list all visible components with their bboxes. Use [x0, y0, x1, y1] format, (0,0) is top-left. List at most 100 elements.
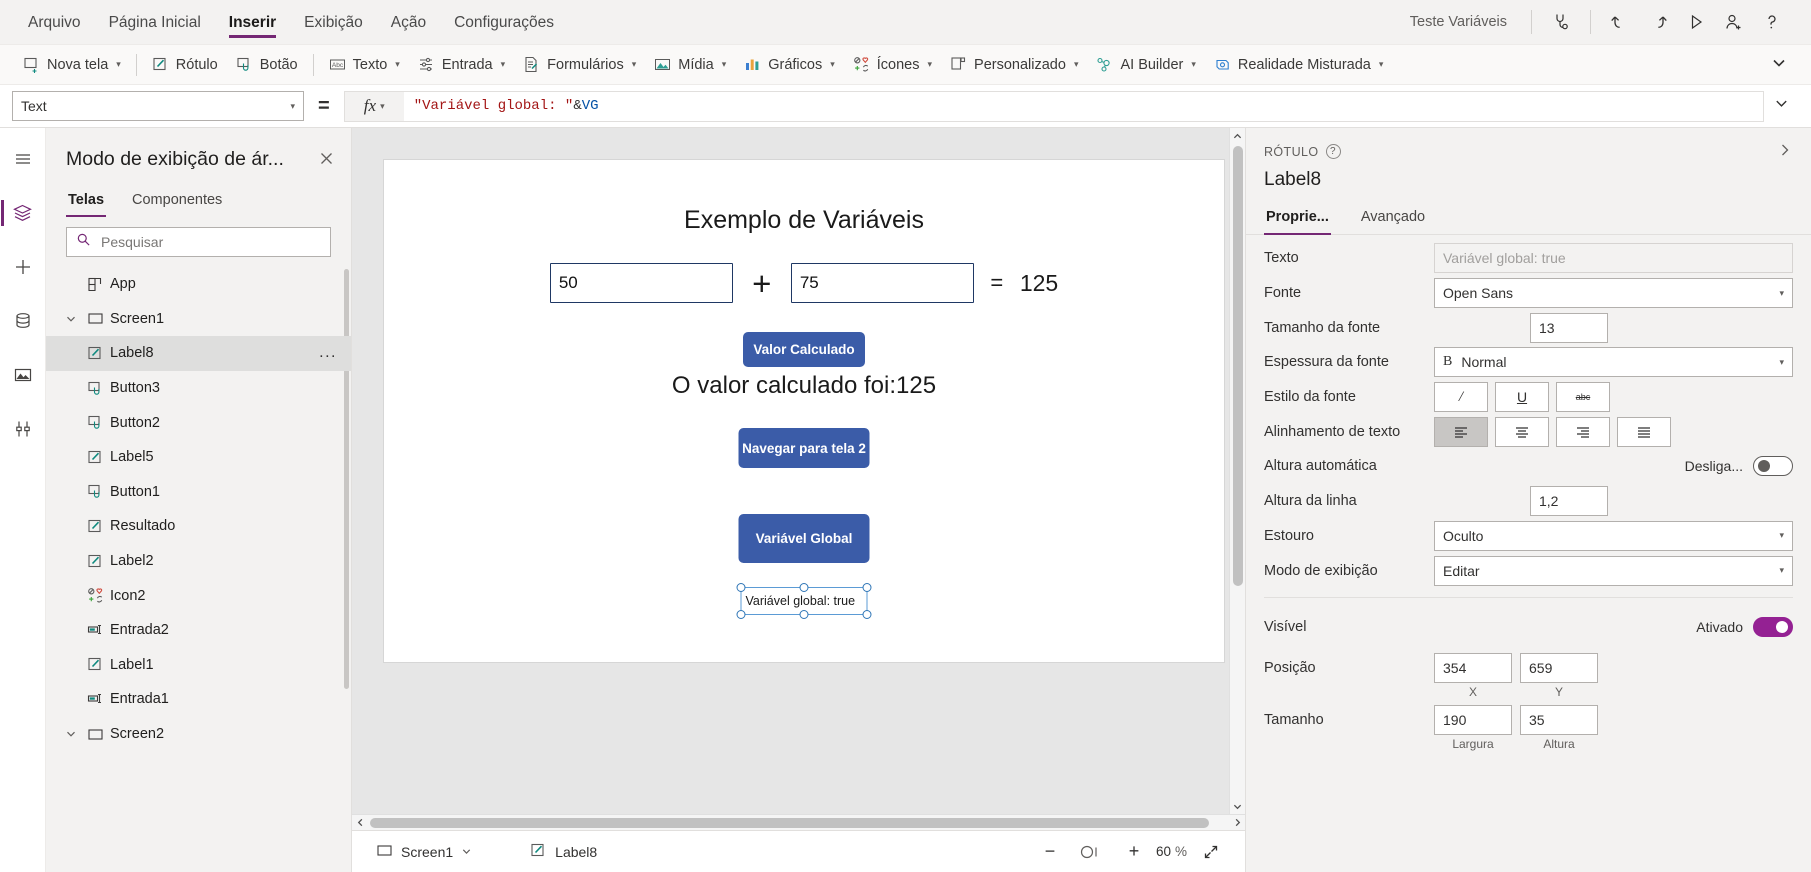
menu-item-inserir[interactable]: Inserir [215, 2, 290, 43]
tree-node-button1[interactable]: Button1 [46, 475, 351, 510]
formula-expand-chevron-down-icon[interactable] [1764, 96, 1799, 116]
data-sources-icon[interactable] [1, 296, 45, 346]
menu-item-configuracoes[interactable]: Configurações [440, 2, 568, 43]
tree-view-icon[interactable] [0, 188, 45, 238]
valor-calculado-button[interactable]: Valor Calculado [743, 332, 865, 367]
menu-item-acao[interactable]: Ação [377, 2, 440, 43]
tree-node-more-icon[interactable]: ... [319, 344, 341, 362]
input-entrada1[interactable]: 50 [549, 263, 733, 303]
input-entrada2[interactable]: 75 [790, 263, 974, 303]
ribbon-personalizado[interactable]: Personalizado ▾ [941, 50, 1087, 79]
undo-icon[interactable] [1601, 3, 1639, 41]
tamanho-fonte-field[interactable]: 13 [1530, 312, 1608, 343]
visivel-toggle[interactable] [1753, 616, 1793, 637]
tree-node-icon2[interactable]: Icon2 [46, 578, 351, 613]
ribbon-midia[interactable]: Mídia ▾ [645, 50, 735, 79]
chevron-down-icon[interactable] [461, 844, 472, 860]
scroll-right-icon[interactable] [1229, 815, 1245, 831]
ribbon-realidade-misturada[interactable]: Realidade Misturada ▾ [1205, 50, 1393, 79]
tree-node-label1[interactable]: Label1 [46, 648, 351, 683]
fit-screen-icon[interactable] [1193, 836, 1229, 868]
ribbon-botao[interactable]: Botão [227, 50, 307, 79]
screen-title-label[interactable]: Exemplo de Variáveis [384, 206, 1224, 235]
variavel-global-button[interactable]: Variável Global [738, 514, 870, 563]
ribbon-texto[interactable]: Abc Texto ▾ [320, 50, 409, 79]
statusbar-screen-selector[interactable]: Screen1 [368, 838, 480, 866]
altura-field[interactable]: 35 [1520, 704, 1598, 735]
tab-telas[interactable]: Telas [66, 186, 107, 217]
altura-automatica-toggle[interactable] [1753, 456, 1793, 477]
canvas-horizontal-scrollbar[interactable] [352, 814, 1245, 830]
resize-handle-bottom-left[interactable] [736, 610, 746, 619]
modo-exibicao-select[interactable]: Editar ▾ [1434, 555, 1793, 586]
ribbon-overflow-chevron-down-icon[interactable] [1761, 49, 1797, 80]
resize-handle-top-right[interactable] [862, 583, 872, 592]
chevron-right-icon[interactable] [1777, 142, 1793, 161]
ribbon-formularios[interactable]: Formulários ▾ [514, 50, 645, 79]
canvas-vertical-scrollbar[interactable] [1229, 128, 1245, 814]
result-label[interactable]: O valor calculado foi:125 [384, 372, 1224, 400]
tree-node-label2[interactable]: Label2 [46, 544, 351, 579]
formula-input[interactable]: "Variável global: " & VG [403, 90, 1764, 122]
property-selector[interactable]: Text ▾ [12, 91, 304, 121]
advanced-tools-icon[interactable] [1, 404, 45, 454]
navegar-tela2-button[interactable]: Navegar para tela 2 [738, 428, 870, 468]
canvas-vscroll-thumb[interactable] [1232, 146, 1243, 586]
tree-node-screen2[interactable]: Screen2 [46, 717, 351, 752]
selected-label8[interactable]: Variável global: true [736, 583, 872, 619]
tree-node-screen1[interactable]: Screen1 [46, 302, 351, 337]
posicao-y-field[interactable]: 659 [1520, 652, 1598, 683]
app-screen-preview[interactable]: Exemplo de Variáveis 50 + 75 = 125 Valor… [384, 160, 1224, 662]
resize-handle-bottom-center[interactable] [799, 610, 809, 619]
tree-node-label5[interactable]: Label5 [46, 440, 351, 475]
app-checker-icon[interactable] [1542, 3, 1580, 41]
align-right-icon[interactable] [1556, 416, 1610, 447]
insert-plus-icon[interactable] [1, 242, 45, 292]
align-left-icon[interactable] [1434, 416, 1488, 447]
tree-node-button3[interactable]: Button3 [46, 371, 351, 406]
tab-componentes[interactable]: Componentes [130, 186, 224, 217]
largura-field[interactable]: 190 [1434, 704, 1512, 735]
media-library-icon[interactable] [1, 350, 45, 400]
zoom-out-button[interactable]: − [1032, 836, 1068, 868]
tree-node-label8[interactable]: Label8 ... [46, 336, 351, 371]
menu-item-arquivo[interactable]: Arquivo [14, 2, 95, 43]
ribbon-icones[interactable]: Ícones ▾ [844, 50, 941, 79]
espessura-fonte-select[interactable]: B Normal ▾ [1434, 347, 1793, 378]
preview-play-icon[interactable] [1677, 3, 1715, 41]
resize-handle-top-center[interactable] [799, 583, 809, 592]
scroll-left-icon[interactable] [352, 815, 368, 831]
italic-icon[interactable]: / [1434, 382, 1488, 413]
tree-node-app[interactable]: App [46, 267, 351, 302]
chevron-down-icon[interactable] [60, 313, 82, 325]
help-circle-icon[interactable]: ? [1325, 144, 1341, 159]
estouro-select[interactable]: Oculto ▾ [1434, 520, 1793, 551]
tree-search-box[interactable] [66, 227, 331, 257]
underline-icon[interactable]: U [1495, 382, 1549, 413]
zoom-in-button[interactable]: + [1116, 836, 1152, 868]
share-user-icon[interactable] [1715, 3, 1753, 41]
close-icon[interactable] [314, 148, 339, 174]
align-center-icon[interactable] [1495, 416, 1549, 447]
tab-avancado[interactable]: Avançado [1359, 203, 1427, 234]
strikethrough-icon[interactable]: abc [1556, 382, 1610, 413]
chevron-down-icon[interactable] [60, 728, 82, 740]
fonte-select[interactable]: Open Sans ▾ [1434, 278, 1793, 309]
fx-button[interactable]: fx ▾ [343, 90, 404, 122]
menu-item-pagina-inicial[interactable]: Página Inicial [95, 2, 215, 43]
ribbon-entrada[interactable]: Entrada ▾ [409, 50, 514, 79]
altura-linha-field[interactable]: 1,2 [1530, 486, 1608, 517]
help-icon[interactable] [1753, 3, 1791, 41]
ribbon-graficos[interactable]: Gráficos ▾ [735, 50, 844, 79]
hamburger-menu-icon[interactable] [1, 134, 45, 184]
tree-node-entrada2[interactable]: Entrada2 [46, 613, 351, 648]
search-input[interactable] [99, 233, 321, 251]
tree-node-entrada1[interactable]: Entrada1 [46, 682, 351, 717]
canvas-hscroll-thumb[interactable] [370, 817, 1209, 828]
zoom-slider[interactable] [1068, 842, 1116, 862]
redo-icon[interactable] [1639, 3, 1677, 41]
scroll-down-icon[interactable] [1230, 798, 1246, 814]
align-justify-icon[interactable] [1617, 416, 1671, 447]
ribbon-rotulo[interactable]: Rótulo [143, 50, 227, 79]
menu-item-exibicao[interactable]: Exibição [290, 2, 377, 43]
